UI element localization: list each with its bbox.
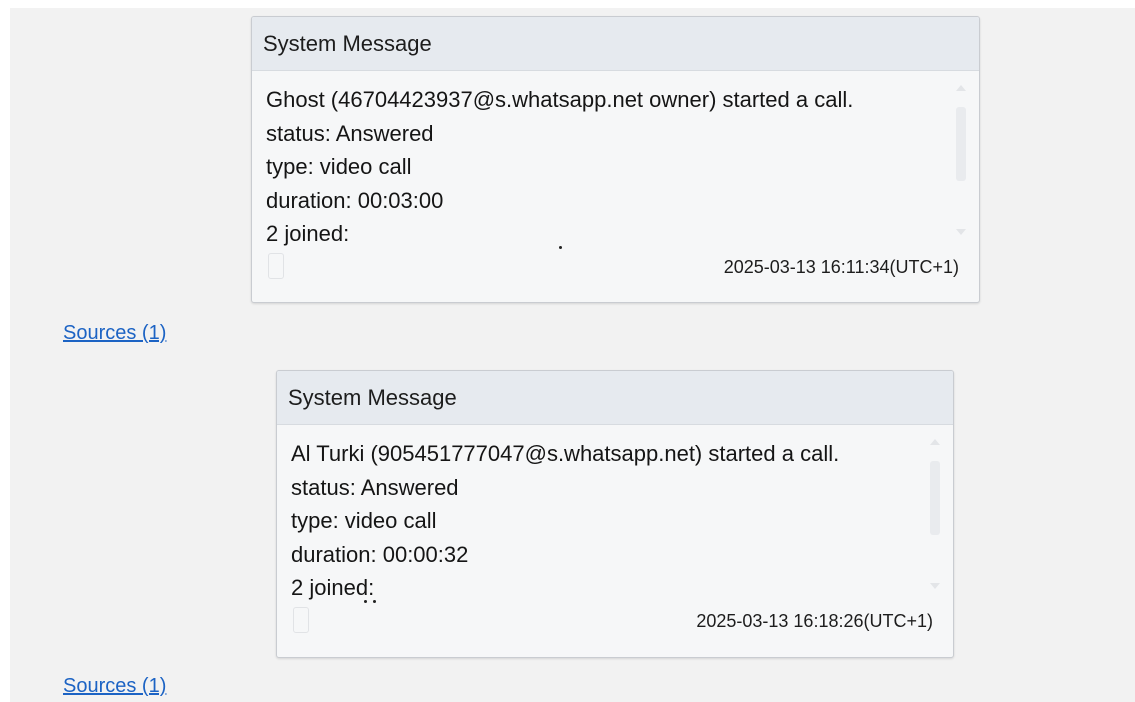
clipped-glyph [373,600,376,603]
call-initiator-text: Al Turki (905451777047@s.whatsapp.net) s… [291,441,840,466]
message-scrollbar[interactable] [927,439,943,589]
clipped-glyph [364,600,367,603]
call-duration-text: duration: 00:00:32 [291,541,469,567]
phone-outline-icon [293,607,309,633]
clipped-text-row [291,597,611,605]
card-header-title: System Message [263,30,432,56]
sources-link[interactable]: Sources (1) [63,675,166,698]
system-message-card: System Message Al Turki (905451777047@s.… [276,370,954,658]
call-initiator-text: Ghost (46704423937@s.whatsapp.net owner)… [266,87,854,112]
system-message-card: System Message Ghost (46704423937@s.what… [251,16,980,303]
call-status-text: status: Answered [291,474,459,500]
card-header: System Message [277,371,953,425]
message-timestamp: 2025-03-13 16:18:26(UTC+1) [696,611,933,631]
card-footer: 2025-03-13 16:11:34(UTC+1) [252,251,979,289]
clipped-glyph [559,246,562,249]
call-type-text: type: video call [291,508,437,533]
call-duration-text: duration: 00:03:00 [266,187,444,213]
card-footer: 2025-03-13 16:18:26(UTC+1) [277,605,953,643]
card-header: System Message [252,17,979,71]
sources-link[interactable]: Sources (1) [63,322,166,345]
scroll-down-arrow-icon[interactable] [956,229,966,235]
scroll-up-arrow-icon[interactable] [930,439,940,445]
message-body: Ghost (46704423937@s.whatsapp.net owner)… [252,71,979,251]
message-body: Al Turki (905451777047@s.whatsapp.net) s… [277,425,953,605]
scroll-down-arrow-icon[interactable] [930,583,940,589]
clipped-text-row [266,243,586,251]
call-status-text: status: Answered [266,120,434,146]
call-type-text: type: video call [266,154,412,179]
message-scrollbar[interactable] [953,85,969,235]
scroll-thumb[interactable] [930,461,940,535]
message-timestamp: 2025-03-13 16:11:34(UTC+1) [723,257,959,277]
scroll-thumb[interactable] [956,107,966,181]
card-header-title: System Message [288,384,457,410]
scroll-up-arrow-icon[interactable] [956,85,966,91]
phone-outline-icon [268,253,284,279]
